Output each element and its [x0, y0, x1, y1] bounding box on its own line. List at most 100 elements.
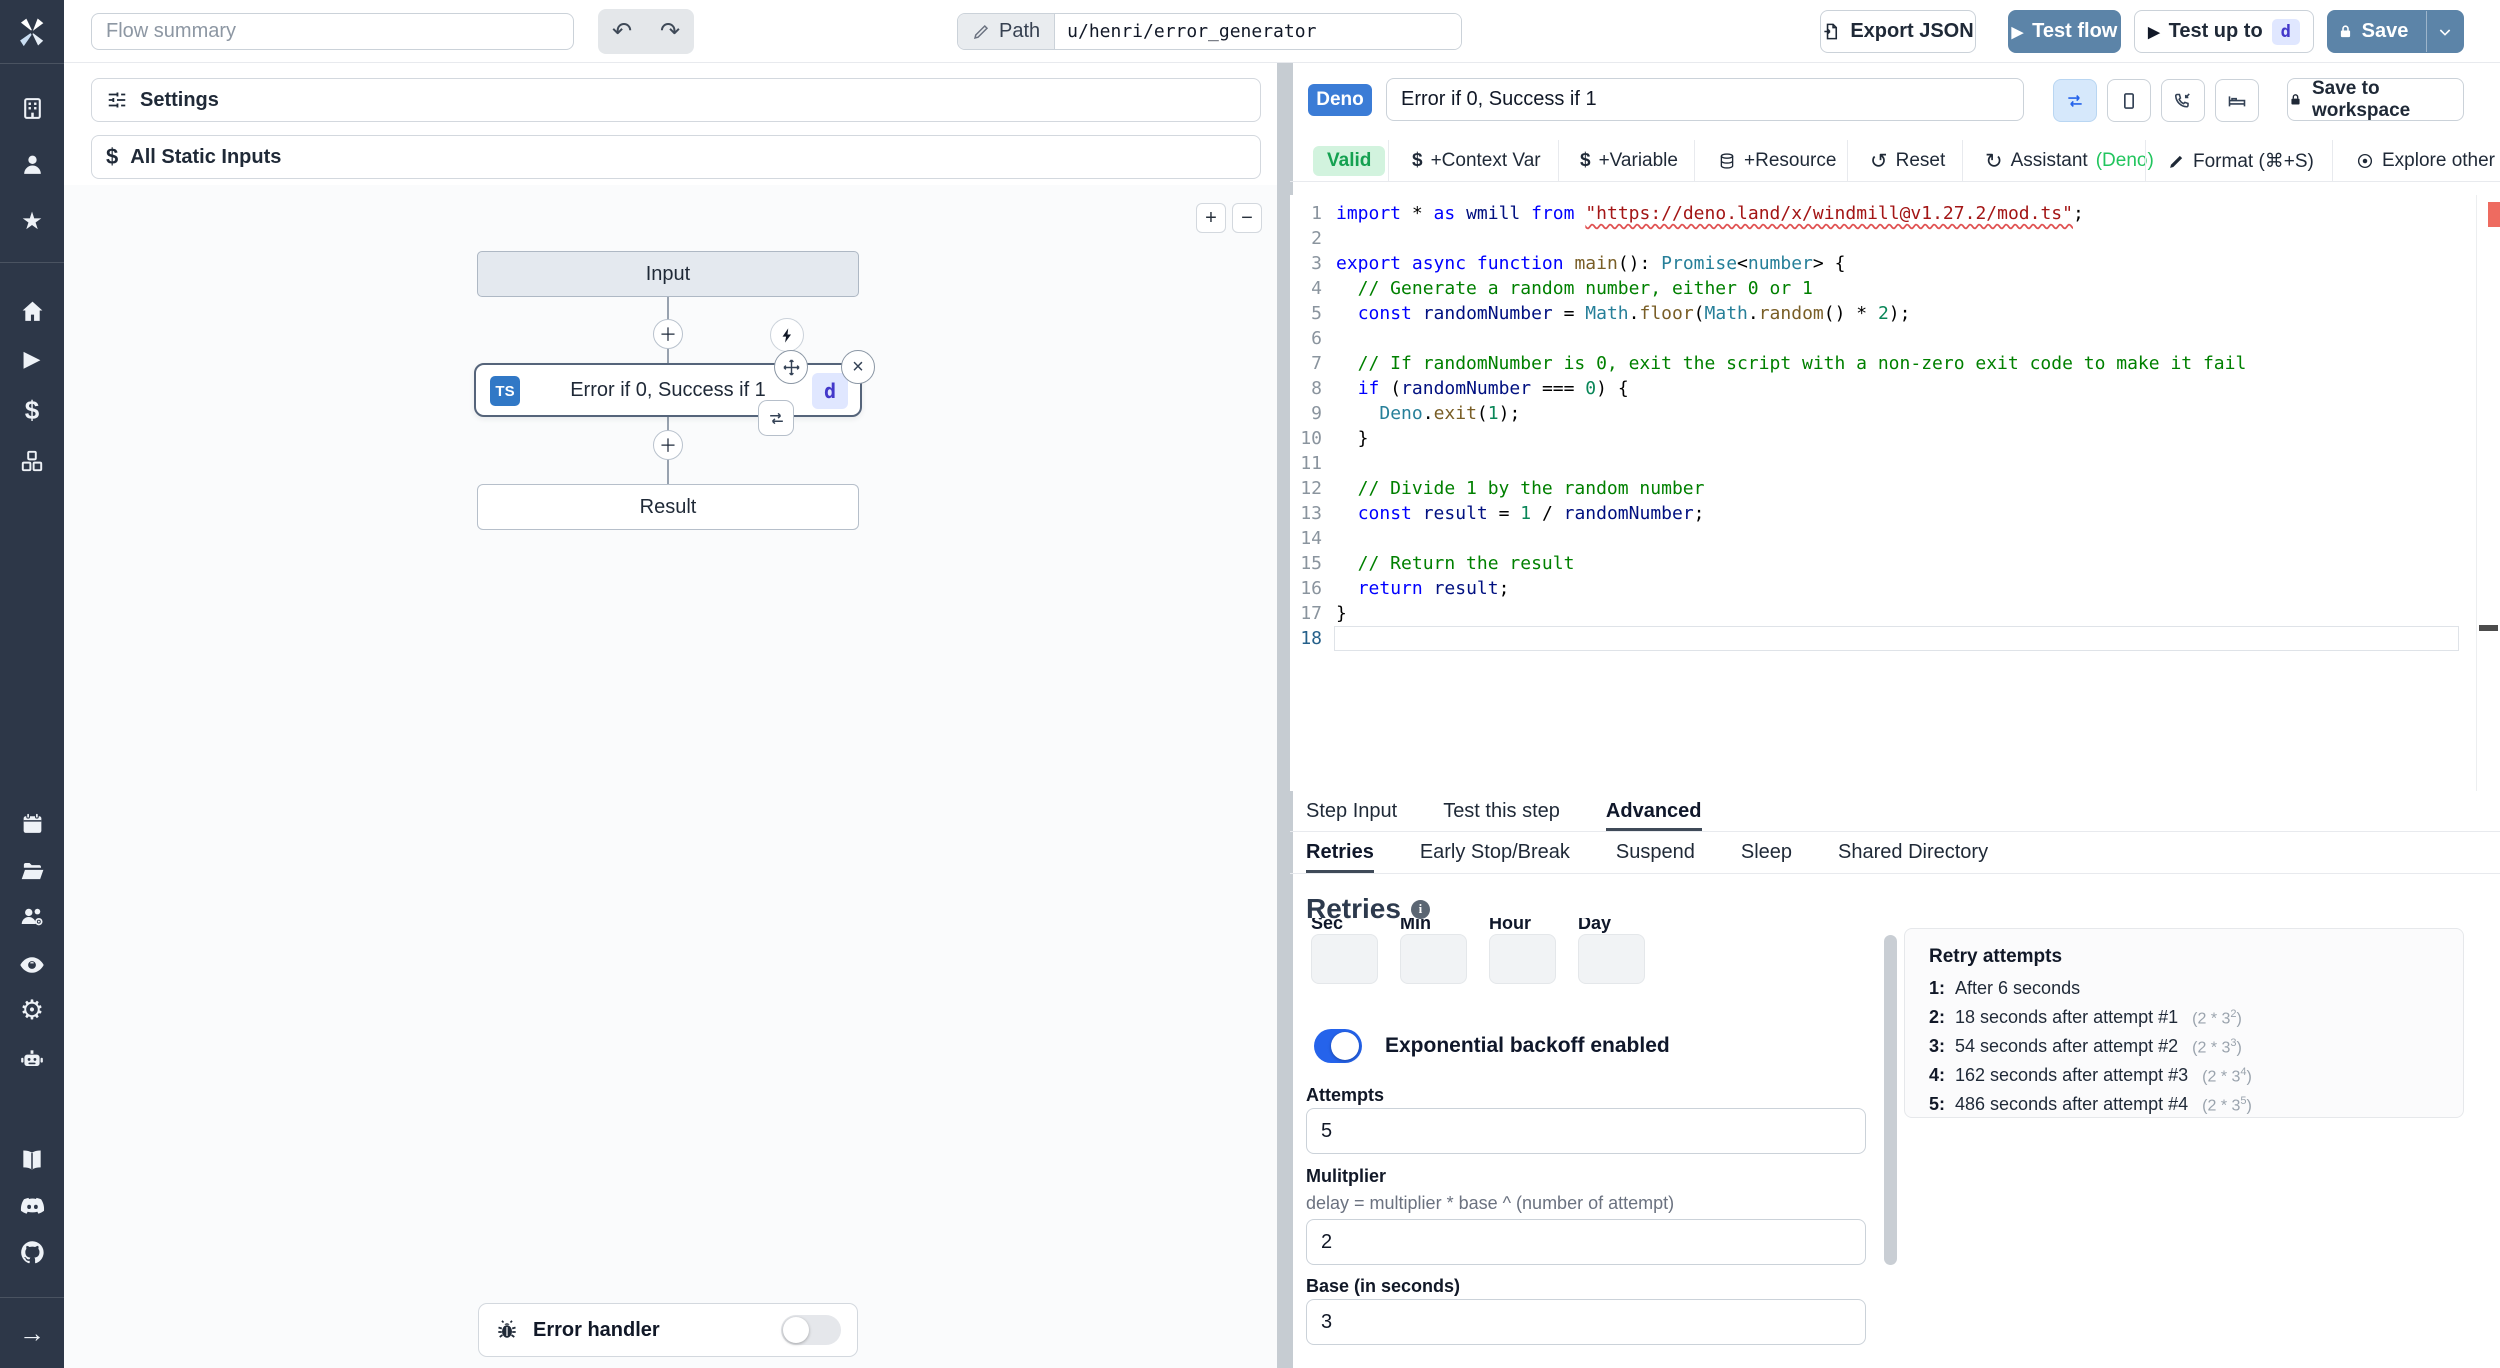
add-step-button-bottom[interactable]: ＋: [653, 430, 683, 460]
mobile-view-button[interactable]: [2107, 79, 2151, 122]
subtab-shared-directory[interactable]: Shared Directory: [1838, 832, 1988, 873]
sidebar-item-github[interactable]: [0, 1234, 64, 1270]
zoom-out-button[interactable]: −: [1232, 203, 1262, 233]
subtab-retries[interactable]: Retries: [1306, 832, 1374, 873]
trigger-button[interactable]: [770, 318, 804, 352]
hour-input[interactable]: [1489, 934, 1556, 984]
sidebar-item-audit[interactable]: [0, 947, 64, 983]
sidebar-item-runs[interactable]: ▶: [0, 341, 64, 377]
save-button[interactable]: Save: [2328, 11, 2417, 52]
sidebar-item-resources[interactable]: [0, 443, 64, 479]
test-up-to-button[interactable]: ▶ Test up to d: [2134, 10, 2314, 53]
sidebar-item-workspace[interactable]: [0, 90, 64, 126]
repeat-icon: [769, 412, 783, 424]
subtab-sleep[interactable]: Sleep: [1741, 832, 1792, 873]
tab-step-input[interactable]: Step Input: [1306, 791, 1397, 831]
sidebar-item-discord[interactable]: [0, 1188, 64, 1224]
sidebar-item-schedules[interactable]: [0, 805, 64, 841]
export-json-button[interactable]: Export JSON: [1820, 10, 1976, 53]
dollar-icon: $: [1412, 150, 1423, 171]
add-variable-button[interactable]: $ +Variable: [1580, 140, 1678, 181]
flow-settings-row[interactable]: Settings: [91, 78, 1261, 122]
exponential-backoff-toggle[interactable]: [1314, 1029, 1362, 1063]
subtab-early-stop-break[interactable]: Early Stop/Break: [1420, 832, 1570, 873]
add-resource-button[interactable]: +Resource: [1718, 140, 1836, 181]
sidebar-item-docs[interactable]: [0, 1142, 64, 1178]
error-handler-toggle[interactable]: [781, 1315, 841, 1345]
phone-incoming-button[interactable]: [2161, 79, 2205, 122]
code-line: 2: [1311, 228, 1322, 249]
lock-icon: [2340, 25, 2350, 38]
play-icon: ▶: [23, 346, 41, 371]
flow-canvas[interactable]: + − Input ＋ TS Error if 0, Success if 1 …: [64, 185, 1277, 1368]
assistant-button[interactable]: ↻ Assistant (Deno): [1985, 140, 2154, 181]
attempts-label: Attempts: [1306, 1085, 1385, 1105]
attempts-input[interactable]: [1306, 1108, 1866, 1154]
sidebar-item-settings[interactable]: ⚙: [0, 992, 64, 1028]
step-summary-input[interactable]: [1386, 78, 2024, 121]
tab-test-this-step[interactable]: Test this step: [1443, 791, 1560, 831]
sidebar-item-folders[interactable]: [0, 853, 64, 889]
content-scrollbar[interactable]: [1884, 935, 1897, 1265]
explore-scripts-button[interactable]: Explore other s: [2356, 140, 2500, 181]
reset-button[interactable]: ↺ Reset: [1870, 140, 1945, 181]
advanced-subtabs: Retries Early Stop/Break Suspend Sleep Share…: [1290, 832, 2500, 874]
info-icon[interactable]: i: [1410, 899, 1430, 919]
test-flow-button[interactable]: ▶ Test flow: [2008, 10, 2121, 53]
play-icon: ▶: [2148, 23, 2160, 41]
time-unit-label: Hour: [1489, 918, 1531, 933]
add-step-button-top[interactable]: ＋: [653, 319, 683, 349]
sidebar: ★ ▶ $ ⚙ →: [0, 0, 64, 1368]
retries-toggle-button[interactable]: [2053, 79, 2097, 122]
sidebar-item-workers[interactable]: [0, 1041, 64, 1077]
code-line: 10 }: [1300, 428, 1369, 449]
valid-badge: Valid: [1313, 146, 1386, 176]
time-unit-label: Day: [1578, 918, 1612, 933]
save-dropdown-button[interactable]: [2426, 11, 2463, 52]
sec-input[interactable]: [1311, 934, 1378, 984]
day-input[interactable]: [1578, 934, 1645, 984]
step-id-badge: d: [812, 373, 848, 409]
refresh-icon: ↻: [1985, 149, 2003, 173]
delete-step-button[interactable]: ×: [841, 350, 875, 384]
input-node[interactable]: Input: [477, 251, 859, 297]
lock-icon: [2291, 94, 2300, 105]
sidebar-expand[interactable]: →: [0, 1315, 64, 1351]
star-icon: ★: [21, 208, 43, 235]
multiplier-input[interactable]: [1306, 1219, 1866, 1265]
sidebar-item-favorites[interactable]: ★: [0, 204, 64, 240]
code-line: 5 const randomNumber = Math.floor(Math.r…: [1311, 303, 1911, 324]
base-input[interactable]: [1306, 1299, 1866, 1345]
move-step-handle[interactable]: [774, 350, 808, 384]
code-editor[interactable]: 1 import * as wmill from "https://deno.la…: [1290, 195, 2477, 791]
windmill-logo[interactable]: [0, 12, 64, 52]
format-button[interactable]: Format (⌘+S): [2168, 140, 2314, 181]
bed-icon: [2228, 95, 2246, 106]
result-node[interactable]: Result: [477, 484, 859, 530]
sidebar-item-home[interactable]: [0, 293, 64, 329]
sleep-button[interactable]: [2215, 79, 2259, 122]
time-unit-label: Sec: [1311, 918, 1344, 933]
add-context-var-button[interactable]: $ +Context Var: [1412, 140, 1541, 181]
windmill-logo-icon: [20, 18, 44, 47]
tab-advanced[interactable]: Advanced: [1605, 791, 1702, 831]
sidebar-item-variables[interactable]: $: [0, 392, 64, 428]
backoff-label: Exponential backoff enabled: [1385, 1034, 1670, 1057]
github-icon: [20, 1240, 44, 1263]
windmill-flow-editor: ★ ▶ $ ⚙ → Flow summary ↶ ↷ Path u/henri/…: [0, 0, 2500, 1368]
editor-toolbar: Valid $ +Context Var $ +Variable +Resour…: [1290, 140, 2500, 182]
sidebar-item-groups[interactable]: [0, 899, 64, 935]
undo-button[interactable]: ↶: [598, 9, 646, 54]
retry-indicator-button[interactable]: [758, 400, 794, 436]
discord-icon: [20, 1197, 44, 1214]
min-input[interactable]: [1400, 934, 1467, 984]
zoom-in-button[interactable]: +: [1196, 203, 1226, 233]
subtab-suspend[interactable]: Suspend: [1616, 832, 1695, 873]
all-static-inputs-row[interactable]: $ All Static Inputs: [91, 135, 1261, 179]
path-input[interactable]: [1055, 14, 1461, 49]
redo-button[interactable]: ↷: [646, 9, 694, 54]
sidebar-item-user[interactable]: [0, 146, 64, 182]
save-to-workspace-button[interactable]: Save to workspace: [2287, 78, 2464, 121]
flow-summary-input[interactable]: [91, 13, 574, 50]
retry-attempts-card: Retry attempts 1: After 6 seconds 2: 18 sec…: [1904, 928, 2464, 1118]
